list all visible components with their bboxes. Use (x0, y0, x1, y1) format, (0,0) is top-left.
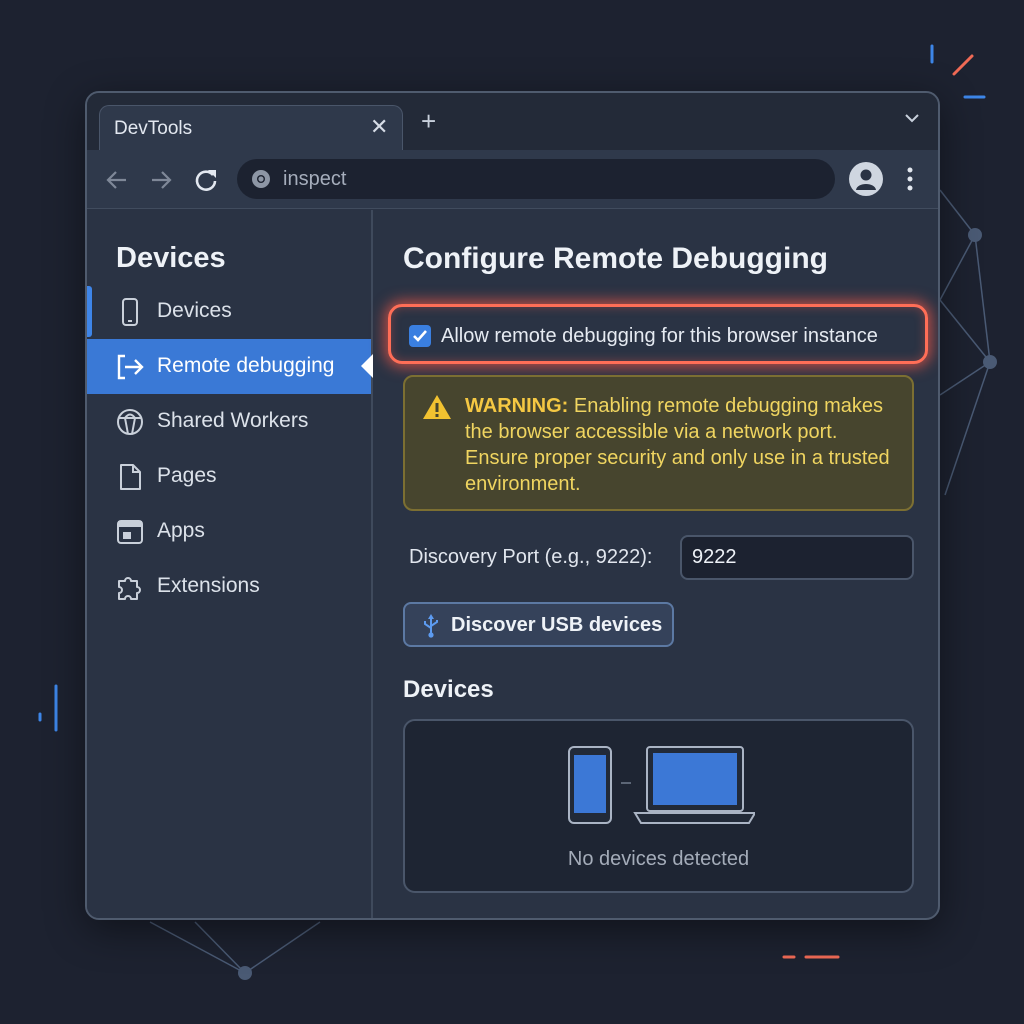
shared-workers-icon (117, 409, 143, 435)
discover-usb-devices-label: Discover USB devices (451, 614, 663, 636)
toolbar (87, 150, 938, 209)
chevron-down-icon[interactable] (904, 113, 920, 123)
arrow-left-icon[interactable] (103, 166, 131, 194)
sidebar-item-label: Pages (157, 464, 217, 487)
page-title: Configure Remote Debugging (403, 242, 828, 275)
sidebar-item-label: Devices (157, 299, 232, 322)
main-content: Configure Remote Debugging Allow remote … (375, 210, 938, 918)
sidebar-accent-bar (87, 286, 92, 337)
discovery-port-input[interactable] (680, 535, 914, 580)
remote-arrow-icon (117, 354, 144, 380)
kebab-menu-icon[interactable] (903, 164, 917, 194)
active-pointer (361, 354, 373, 378)
tab-title: DevTools (114, 118, 193, 139)
sidebar-item-pages[interactable]: Pages (87, 449, 371, 504)
tab-devtools[interactable]: DevTools ✕ (99, 105, 403, 152)
sidebar-item-extensions[interactable]: Extensions (87, 559, 371, 614)
allow-remote-debugging-checkbox-row[interactable]: Allow remote debugging for this browser … (388, 304, 928, 364)
app-window-icon (117, 520, 143, 544)
sidebar-item-shared-workers[interactable]: Shared Workers (87, 394, 371, 449)
phone-icon (122, 298, 138, 326)
discovery-port-label: Discovery Port (e.g., 9222): (409, 546, 653, 568)
puzzle-icon (118, 577, 141, 600)
laptop-icon (633, 746, 755, 824)
sidebar-item-devices[interactable]: Devices (87, 284, 371, 339)
browser-window: DevTools ✕ + inspect Devices Devices Rem… (85, 91, 940, 920)
page-icon (120, 464, 141, 490)
sidebar-title: Devices (116, 242, 226, 274)
warning-icon (423, 395, 451, 419)
profile-icon[interactable] (849, 162, 883, 196)
arrow-right-icon[interactable] (147, 166, 175, 194)
devices-panel: No devices detected (403, 719, 914, 893)
sidebar-item-label: Shared Workers (157, 409, 309, 432)
warning-box: WARNING: Enabling remote debugging makes… (403, 375, 914, 511)
sidebar-item-label: Extensions (157, 574, 260, 597)
discover-usb-devices-button[interactable]: Discover USB devices (403, 602, 674, 647)
no-devices-text: No devices detected (567, 848, 750, 870)
close-icon[interactable]: ✕ (370, 114, 388, 140)
reload-icon[interactable] (192, 166, 220, 194)
allow-remote-debugging-checkbox[interactable] (409, 325, 431, 347)
chrome-icon (252, 170, 270, 188)
sidebar: Devices Devices Remote debugging Shared … (87, 210, 373, 918)
sidebar-item-label: Remote debugging (157, 354, 335, 377)
devices-section-title: Devices (403, 676, 494, 703)
sidebar-item-apps[interactable]: Apps (87, 504, 371, 559)
sidebar-item-label: Apps (157, 519, 205, 542)
devices-illustration (568, 746, 755, 824)
phone-icon (568, 746, 612, 824)
plus-icon[interactable]: + (421, 108, 436, 134)
tab-strip: DevTools ✕ + (87, 93, 938, 152)
warning-text: WARNING: Enabling remote debugging makes… (465, 393, 905, 497)
sidebar-item-remote-debugging[interactable]: Remote debugging (87, 339, 373, 394)
checkmark-icon (413, 330, 427, 342)
usb-icon (424, 614, 438, 638)
allow-remote-debugging-label: Allow remote debugging for this browser … (441, 325, 878, 347)
warning-prefix: WARNING: (465, 395, 569, 417)
address-input[interactable] (283, 166, 803, 192)
address-bar[interactable] (237, 159, 835, 199)
